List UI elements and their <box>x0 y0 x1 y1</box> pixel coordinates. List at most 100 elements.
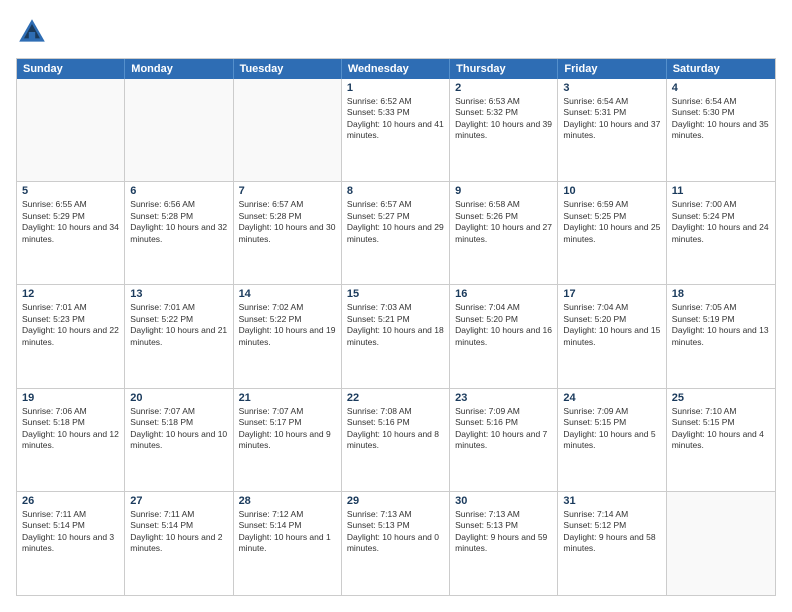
day-number: 9 <box>455 185 552 197</box>
cal-cell: 1 Sunrise: 6:52 AM Sunset: 5:33 PM Daylig… <box>342 79 450 181</box>
header <box>16 16 776 48</box>
day-number: 14 <box>239 288 336 300</box>
day-number: 31 <box>563 495 660 507</box>
cell-detail: Sunrise: 7:00 AM Sunset: 5:24 PM Dayligh… <box>672 199 770 245</box>
cal-cell: 21Sunrise: 7:07 AM Sunset: 5:17 PM Dayli… <box>234 389 342 491</box>
cell-detail: Sunrise: 7:04 AM Sunset: 5:20 PM Dayligh… <box>563 302 660 348</box>
calendar-body: 1 Sunrise: 6:52 AM Sunset: 5:33 PM Daylig… <box>17 79 775 595</box>
day-number: 8 <box>347 185 444 197</box>
cal-cell: 19 Sunrise: 7:06 AM Sunset: 5:18 PM Dayli… <box>17 389 125 491</box>
week-row-5: 26 Sunrise: 7:11 AM Sunset: 5:14 PM Dayli… <box>17 492 775 595</box>
cal-cell: 10 Sunrise: 6:59 AM Sunset: 5:25 PM Dayli… <box>558 182 666 284</box>
day-number: 3 <box>563 82 660 94</box>
day-number: 26 <box>22 495 119 507</box>
cal-cell <box>234 79 342 181</box>
cal-cell: 18 Sunrise: 7:05 AM Sunset: 5:19 PM Dayli… <box>667 285 775 387</box>
cell-detail: Sunrise: 6:58 AM Sunset: 5:26 PM Dayligh… <box>455 199 552 245</box>
cal-cell: 20 Sunrise: 7:07 AM Sunset: 5:18 PM Dayli… <box>125 389 233 491</box>
header-day-thursday: Thursday <box>450 59 558 79</box>
day-number: 5 <box>22 185 119 197</box>
cell-detail: Sunrise: 7:10 AM Sunset: 5:15 PM Dayligh… <box>672 406 770 452</box>
cell-detail: Sunrise: 7:13 AM Sunset: 5:13 PM Dayligh… <box>455 509 552 555</box>
cell-detail: Sunrise: 7:01 AM Sunset: 5:22 PM Dayligh… <box>130 302 227 348</box>
day-number: 4 <box>672 82 770 94</box>
cal-cell: 4Sunrise: 6:54 AM Sunset: 5:30 PM Daylig… <box>667 79 775 181</box>
cell-detail: Sunrise: 7:06 AM Sunset: 5:18 PM Dayligh… <box>22 406 119 452</box>
cell-detail: Sunrise: 6:57 AM Sunset: 5:27 PM Dayligh… <box>347 199 444 245</box>
header-day-saturday: Saturday <box>667 59 775 79</box>
cal-cell <box>667 492 775 595</box>
cell-detail: Sunrise: 7:09 AM Sunset: 5:15 PM Dayligh… <box>563 406 660 452</box>
day-number: 17 <box>563 288 660 300</box>
cal-cell: 12 Sunrise: 7:01 AM Sunset: 5:23 PM Dayli… <box>17 285 125 387</box>
day-number: 10 <box>563 185 660 197</box>
cell-detail: Sunrise: 7:08 AM Sunset: 5:16 PM Dayligh… <box>347 406 444 452</box>
cell-detail: Sunrise: 6:56 AM Sunset: 5:28 PM Dayligh… <box>130 199 227 245</box>
day-number: 15 <box>347 288 444 300</box>
day-number: 23 <box>455 392 552 404</box>
day-number: 21 <box>239 392 336 404</box>
week-row-2: 5 Sunrise: 6:55 AM Sunset: 5:29 PM Daylig… <box>17 182 775 285</box>
cell-detail: Sunrise: 7:05 AM Sunset: 5:19 PM Dayligh… <box>672 302 770 348</box>
header-day-tuesday: Tuesday <box>234 59 342 79</box>
day-number: 30 <box>455 495 552 507</box>
day-number: 18 <box>672 288 770 300</box>
cal-cell: 2 Sunrise: 6:53 AM Sunset: 5:32 PM Daylig… <box>450 79 558 181</box>
cell-detail: Sunrise: 7:09 AM Sunset: 5:16 PM Dayligh… <box>455 406 552 452</box>
cal-cell: 15Sunrise: 7:03 AM Sunset: 5:21 PM Dayli… <box>342 285 450 387</box>
cal-cell: 28 Sunrise: 7:12 AM Sunset: 5:14 PM Dayli… <box>234 492 342 595</box>
cal-cell: 16Sunrise: 7:04 AM Sunset: 5:20 PM Dayli… <box>450 285 558 387</box>
cell-detail: Sunrise: 7:13 AM Sunset: 5:13 PM Dayligh… <box>347 509 444 555</box>
header-day-sunday: Sunday <box>17 59 125 79</box>
day-number: 1 <box>347 82 444 94</box>
week-row-3: 12 Sunrise: 7:01 AM Sunset: 5:23 PM Dayli… <box>17 285 775 388</box>
day-number: 24 <box>563 392 660 404</box>
day-number: 22 <box>347 392 444 404</box>
cal-cell: 29 Sunrise: 7:13 AM Sunset: 5:13 PM Dayli… <box>342 492 450 595</box>
day-number: 6 <box>130 185 227 197</box>
cell-detail: Sunrise: 7:02 AM Sunset: 5:22 PM Dayligh… <box>239 302 336 348</box>
day-number: 19 <box>22 392 119 404</box>
day-number: 20 <box>130 392 227 404</box>
cell-detail: Sunrise: 7:11 AM Sunset: 5:14 PM Dayligh… <box>22 509 119 555</box>
cal-cell: 25 Sunrise: 7:10 AM Sunset: 5:15 PM Dayli… <box>667 389 775 491</box>
cal-cell: 11Sunrise: 7:00 AM Sunset: 5:24 PM Dayli… <box>667 182 775 284</box>
calendar: SundayMondayTuesdayWednesdayThursdayFrid… <box>16 58 776 596</box>
cal-cell: 13 Sunrise: 7:01 AM Sunset: 5:22 PM Dayli… <box>125 285 233 387</box>
cell-detail: Sunrise: 7:07 AM Sunset: 5:18 PM Dayligh… <box>130 406 227 452</box>
week-row-4: 19 Sunrise: 7:06 AM Sunset: 5:18 PM Dayli… <box>17 389 775 492</box>
day-number: 7 <box>239 185 336 197</box>
cell-detail: Sunrise: 6:59 AM Sunset: 5:25 PM Dayligh… <box>563 199 660 245</box>
day-number: 2 <box>455 82 552 94</box>
header-day-friday: Friday <box>558 59 666 79</box>
cal-cell <box>125 79 233 181</box>
cal-cell: 23 Sunrise: 7:09 AM Sunset: 5:16 PM Dayli… <box>450 389 558 491</box>
cell-detail: Sunrise: 6:53 AM Sunset: 5:32 PM Dayligh… <box>455 96 552 142</box>
day-number: 13 <box>130 288 227 300</box>
cal-cell: 31Sunrise: 7:14 AM Sunset: 5:12 PM Dayli… <box>558 492 666 595</box>
day-number: 29 <box>347 495 444 507</box>
cal-cell: 17 Sunrise: 7:04 AM Sunset: 5:20 PM Dayli… <box>558 285 666 387</box>
cal-cell: 22 Sunrise: 7:08 AM Sunset: 5:16 PM Dayli… <box>342 389 450 491</box>
cal-cell: 9 Sunrise: 6:58 AM Sunset: 5:26 PM Daylig… <box>450 182 558 284</box>
day-number: 27 <box>130 495 227 507</box>
logo-icon <box>16 16 48 48</box>
calendar-header: SundayMondayTuesdayWednesdayThursdayFrid… <box>17 59 775 79</box>
day-number: 28 <box>239 495 336 507</box>
cal-cell: 7 Sunrise: 6:57 AM Sunset: 5:28 PM Daylig… <box>234 182 342 284</box>
cell-detail: Sunrise: 6:52 AM Sunset: 5:33 PM Dayligh… <box>347 96 444 142</box>
cal-cell: 3 Sunrise: 6:54 AM Sunset: 5:31 PM Daylig… <box>558 79 666 181</box>
cal-cell: 24 Sunrise: 7:09 AM Sunset: 5:15 PM Dayli… <box>558 389 666 491</box>
week-row-1: 1 Sunrise: 6:52 AM Sunset: 5:33 PM Daylig… <box>17 79 775 182</box>
header-day-monday: Monday <box>125 59 233 79</box>
cell-detail: Sunrise: 7:12 AM Sunset: 5:14 PM Dayligh… <box>239 509 336 555</box>
cell-detail: Sunrise: 6:54 AM Sunset: 5:31 PM Dayligh… <box>563 96 660 142</box>
cell-detail: Sunrise: 6:57 AM Sunset: 5:28 PM Dayligh… <box>239 199 336 245</box>
day-number: 25 <box>672 392 770 404</box>
cell-detail: Sunrise: 7:01 AM Sunset: 5:23 PM Dayligh… <box>22 302 119 348</box>
cal-cell: 8 Sunrise: 6:57 AM Sunset: 5:27 PM Daylig… <box>342 182 450 284</box>
cell-detail: Sunrise: 6:55 AM Sunset: 5:29 PM Dayligh… <box>22 199 119 245</box>
day-number: 12 <box>22 288 119 300</box>
cal-cell: 14 Sunrise: 7:02 AM Sunset: 5:22 PM Dayli… <box>234 285 342 387</box>
cal-cell: 27Sunrise: 7:11 AM Sunset: 5:14 PM Dayli… <box>125 492 233 595</box>
